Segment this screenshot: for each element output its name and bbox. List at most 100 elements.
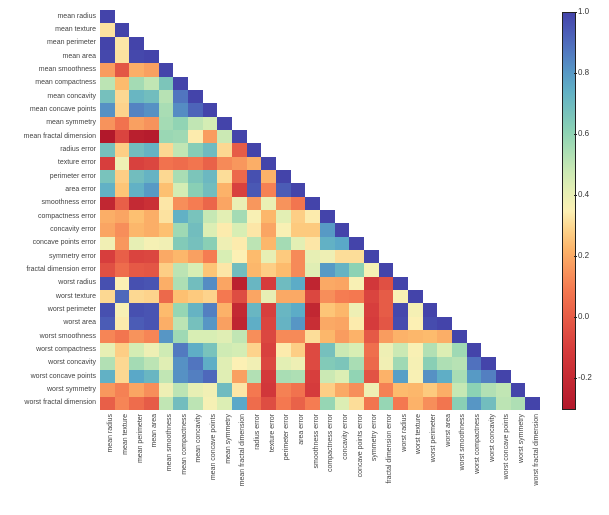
heatmap-cell	[276, 370, 291, 383]
heatmap-cell	[525, 50, 540, 63]
heatmap-cell	[232, 157, 247, 170]
heatmap-cell	[144, 170, 159, 183]
heatmap-cell	[452, 263, 467, 276]
heatmap-cell	[203, 277, 218, 290]
heatmap-cell	[129, 250, 144, 263]
heatmap-cell	[511, 397, 526, 410]
heatmap-cell	[100, 210, 115, 223]
heatmap-cell	[159, 157, 174, 170]
heatmap-cell	[144, 10, 159, 23]
heatmap-cell	[481, 37, 496, 50]
heatmap-cell	[261, 263, 276, 276]
heatmap-cell	[379, 397, 394, 410]
heatmap-cell	[452, 290, 467, 303]
heatmap-cell	[188, 290, 203, 303]
heatmap-cell	[159, 130, 174, 143]
heatmap-cell	[423, 330, 438, 343]
heatmap-cell	[203, 197, 218, 210]
heatmap-cell	[100, 143, 115, 156]
heatmap-cell	[393, 383, 408, 396]
heatmap-cell	[393, 183, 408, 196]
heatmap-cell	[203, 157, 218, 170]
xtick-label: concave points error	[357, 414, 364, 514]
heatmap-cell	[305, 397, 320, 410]
heatmap-cell	[437, 290, 452, 303]
heatmap-cell	[203, 237, 218, 250]
heatmap-cell	[305, 237, 320, 250]
heatmap-cell	[481, 290, 496, 303]
heatmap-cell	[481, 357, 496, 370]
heatmap-cell	[335, 317, 350, 330]
heatmap-cell	[261, 330, 276, 343]
heatmap-cell	[335, 330, 350, 343]
colorbar-tick-mark	[574, 256, 577, 257]
heatmap-cell	[276, 143, 291, 156]
heatmap-cell	[247, 250, 262, 263]
heatmap-cell	[423, 357, 438, 370]
heatmap-cell	[100, 237, 115, 250]
heatmap-cell	[232, 223, 247, 236]
heatmap-cell	[173, 77, 188, 90]
heatmap-cell	[100, 223, 115, 236]
heatmap-cell	[437, 303, 452, 316]
heatmap-cell	[481, 157, 496, 170]
heatmap-cell	[335, 370, 350, 383]
ytick-label: mean texture	[0, 26, 96, 33]
heatmap-cell	[217, 223, 232, 236]
ytick-label: worst area	[0, 319, 96, 326]
xtick-label: worst fractal dimension	[533, 414, 540, 514]
heatmap-cell	[511, 263, 526, 276]
heatmap-cell	[173, 343, 188, 356]
heatmap-cell	[188, 143, 203, 156]
heatmap-cell	[232, 263, 247, 276]
heatmap-cell	[349, 263, 364, 276]
heatmap-cell	[525, 357, 540, 370]
heatmap-cell	[188, 197, 203, 210]
heatmap-cell	[452, 357, 467, 370]
heatmap-cell	[349, 197, 364, 210]
heatmap-cell	[247, 223, 262, 236]
heatmap-cell	[511, 370, 526, 383]
heatmap-cell	[144, 63, 159, 76]
heatmap-cell	[100, 157, 115, 170]
heatmap-cell	[173, 90, 188, 103]
heatmap-cell	[188, 383, 203, 396]
ytick-label: worst fractal dimension	[0, 399, 96, 406]
heatmap-cell	[364, 183, 379, 196]
heatmap-cell	[247, 197, 262, 210]
heatmap-cell	[496, 143, 511, 156]
heatmap-cell	[393, 23, 408, 36]
colorbar-tick-mark	[574, 317, 577, 318]
ytick-label: worst perimeter	[0, 306, 96, 313]
heatmap-cell	[437, 237, 452, 250]
heatmap-cell	[100, 383, 115, 396]
heatmap-cell	[525, 343, 540, 356]
heatmap-cell	[100, 117, 115, 130]
heatmap-cell	[188, 50, 203, 63]
heatmap-cell	[408, 63, 423, 76]
heatmap-cell	[379, 37, 394, 50]
heatmap-cell	[452, 397, 467, 410]
heatmap-cell	[100, 77, 115, 90]
heatmap-cell	[203, 383, 218, 396]
heatmap-cell	[452, 343, 467, 356]
heatmap-cell	[525, 63, 540, 76]
heatmap-cell	[100, 50, 115, 63]
heatmap-cell	[335, 117, 350, 130]
heatmap-cell	[320, 343, 335, 356]
heatmap-cell	[379, 223, 394, 236]
heatmap-cell	[511, 130, 526, 143]
heatmap-cell	[188, 63, 203, 76]
heatmap-cell	[408, 183, 423, 196]
heatmap-cell	[100, 263, 115, 276]
heatmap-cell	[437, 223, 452, 236]
heatmap-cell	[467, 130, 482, 143]
heatmap-cell	[291, 330, 306, 343]
heatmap-cell	[276, 103, 291, 116]
heatmap-cell	[217, 50, 232, 63]
heatmap-cell	[320, 383, 335, 396]
heatmap-cell	[159, 250, 174, 263]
heatmap-cell	[423, 63, 438, 76]
heatmap-cell	[364, 10, 379, 23]
heatmap-cell	[159, 223, 174, 236]
